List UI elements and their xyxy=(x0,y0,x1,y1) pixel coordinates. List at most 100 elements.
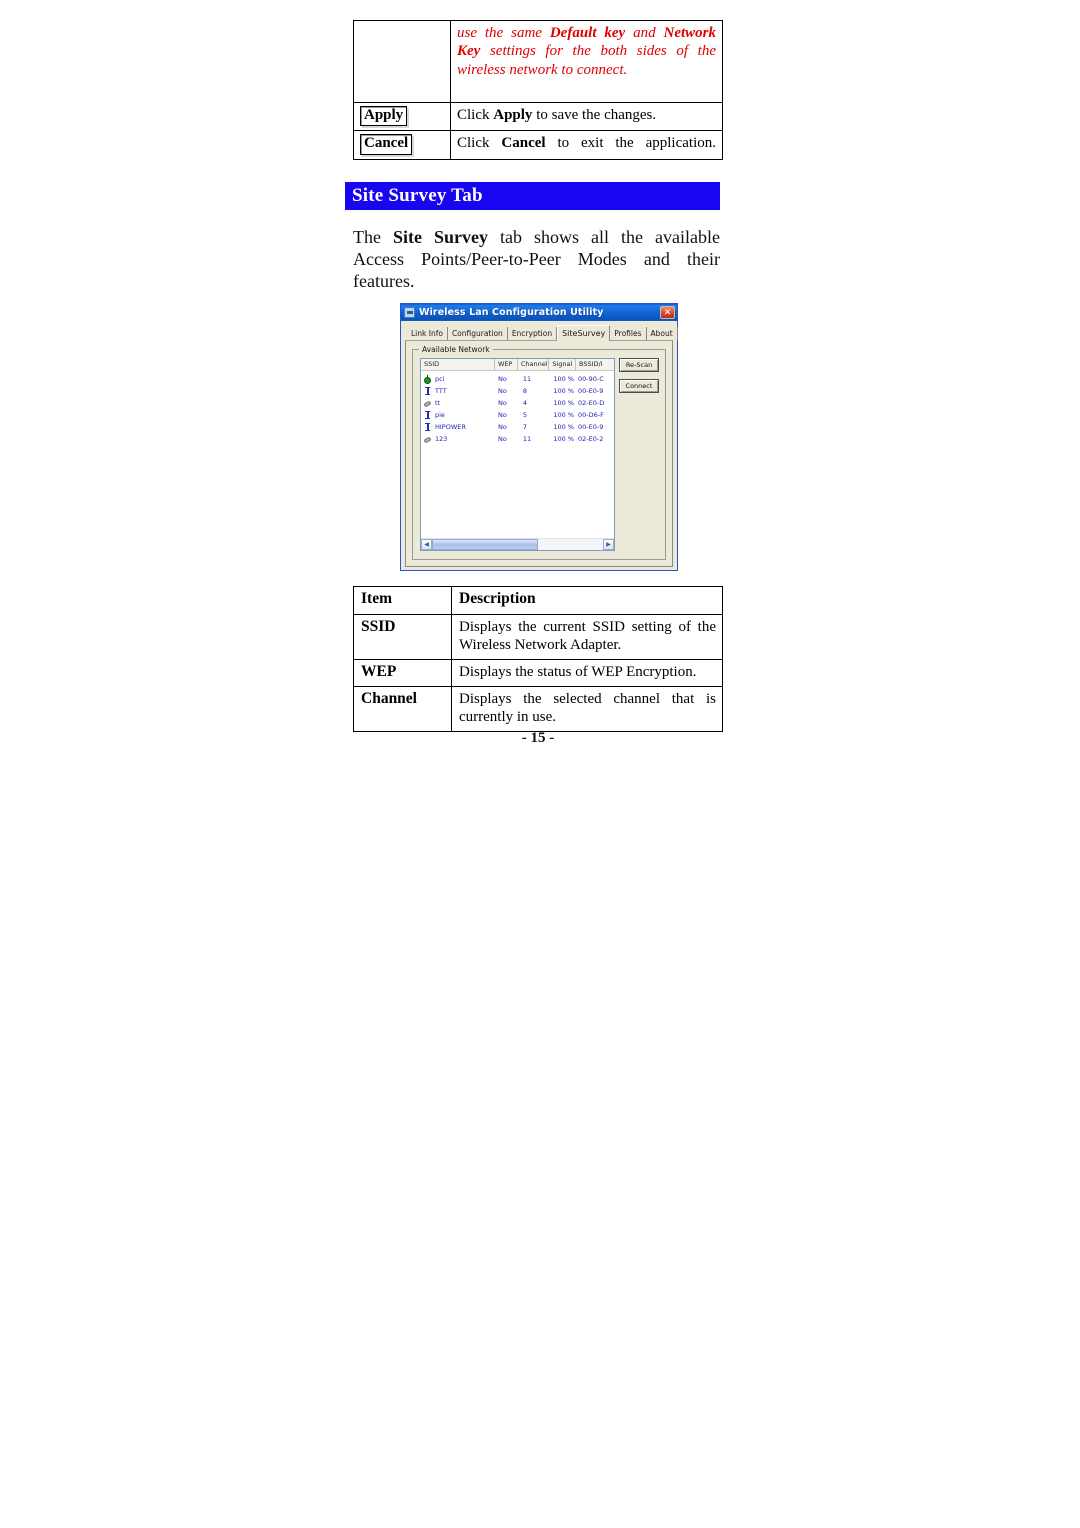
table-row: SSID Displays the current SSID setting o… xyxy=(353,613,723,660)
intro-paragraph: The Site Survey tab shows all the availa… xyxy=(353,226,720,292)
table-row[interactable]: TTT No 8 100 % 00-E0-9 xyxy=(421,385,614,397)
cell-bssid: 00-90-C xyxy=(578,375,604,383)
document-page: use the same Default key and Network Key… xyxy=(0,0,1080,1528)
column-header-wep[interactable]: WEP xyxy=(495,359,518,370)
table-row[interactable]: pie No 5 100 % 00-D6-F xyxy=(421,409,614,421)
tab-strip: Link Info Configuration Encryption SiteS… xyxy=(405,325,678,341)
tab-about[interactable]: About xyxy=(647,327,678,340)
cell-ssid: pci xyxy=(421,373,495,385)
description-cell-cancel: Click Cancel to exit the application. xyxy=(450,130,723,160)
window-titlebar: Wireless Lan Configuration Utility ✕ xyxy=(401,304,677,321)
cancel-desc-bold: Cancel xyxy=(501,135,546,152)
scrollbar-track[interactable] xyxy=(432,539,603,550)
table-row[interactable]: tt No 4 100 % 02-E0-D xyxy=(421,397,614,409)
cell-signal: 100 % xyxy=(553,411,575,419)
cell-signal: 100 % xyxy=(553,387,575,395)
apply-desc-post: to save the changes. xyxy=(532,107,657,123)
column-header-signal[interactable]: Signal xyxy=(549,359,577,370)
header-description: Description xyxy=(451,586,723,615)
cell-ssid: HIPOWER xyxy=(421,421,495,433)
column-header-ssid[interactable]: SSID xyxy=(421,359,495,370)
cell-ssid: pie xyxy=(421,409,495,421)
cell-bssid: 00-D6-F xyxy=(578,411,604,419)
connect-button[interactable]: Connect xyxy=(619,379,659,393)
ssid-text: pci xyxy=(435,375,445,383)
table-row[interactable]: 123 No 11 100 % 02-E0-2 xyxy=(421,433,614,445)
cell-wep: No xyxy=(497,435,507,443)
cell-signal: 100 % xyxy=(553,435,575,443)
cell-signal: 100 % xyxy=(553,399,575,407)
horizontal-scrollbar[interactable]: ◀ ▶ xyxy=(421,538,614,550)
description-wep: Displays the status of WEP Encryption. xyxy=(451,658,723,688)
apply-desc-pre: Click xyxy=(457,107,494,123)
listview-side-buttons: Re-Scan Connect xyxy=(615,358,659,551)
cell-channel: 7 xyxy=(522,423,528,431)
description-channel: Displays the selected channel that is cu… xyxy=(451,686,723,733)
peer-to-peer-icon xyxy=(423,435,432,444)
apply-desc-bold: Apply xyxy=(493,107,533,123)
note-text-1: use the same xyxy=(457,25,550,41)
table-row: use the same Default key and Network Key… xyxy=(353,20,723,103)
rescan-button[interactable]: Re-Scan xyxy=(619,358,659,372)
tab-link-info[interactable]: Link Info xyxy=(407,327,448,340)
scrollbar-thumb[interactable] xyxy=(432,539,539,550)
tab-encryption[interactable]: Encryption xyxy=(508,327,558,340)
tab-site-survey[interactable]: SiteSurvey xyxy=(557,325,611,341)
network-listview[interactable]: SSID WEP Channel Signal BSSID/I pci No 1… xyxy=(420,358,615,551)
peer-to-peer-icon xyxy=(423,399,432,408)
cell-wep: No xyxy=(497,423,507,431)
cell-ssid: TTT xyxy=(421,385,495,397)
table-row[interactable]: pci No 11 100 % 00-90-C xyxy=(421,373,614,385)
scroll-right-icon[interactable]: ▶ xyxy=(603,539,614,550)
tab-configuration[interactable]: Configuration xyxy=(448,327,508,340)
page-number: - 15 - xyxy=(521,730,555,746)
ssid-text: 123 xyxy=(435,435,448,443)
available-network-label: Available Network xyxy=(419,345,493,354)
table-row[interactable]: HIPOWER No 7 100 % 00-E0-9 xyxy=(421,421,614,433)
cell-wep: No xyxy=(497,411,507,419)
wireless-utility-window: Wireless Lan Configuration Utility ✕ Lin… xyxy=(400,303,678,571)
cell-ssid: tt xyxy=(421,397,495,409)
column-header-channel[interactable]: Channel xyxy=(518,359,550,370)
cell-channel: 11 xyxy=(522,375,532,383)
cancel-desc-post: to exit the application. xyxy=(545,135,716,152)
cell-bssid: 02-E0-2 xyxy=(578,435,604,443)
access-point-icon xyxy=(423,374,432,384)
table-row: Channel Displays the selected channel th… xyxy=(353,686,723,733)
listview-header: SSID WEP Channel Signal BSSID/I xyxy=(421,359,614,371)
cell-bssid: 00-E0-9 xyxy=(578,423,604,431)
cell-ssid: 123 xyxy=(421,433,495,445)
item-cell-apply: Apply xyxy=(353,101,451,132)
intro-pre: The xyxy=(353,227,393,247)
window-title: Wireless Lan Configuration Utility xyxy=(419,307,604,318)
listview-rows: pci No 11 100 % 00-90-C TTT No 8 100 % 0… xyxy=(421,371,614,538)
intro-bold: Site Survey xyxy=(393,227,489,247)
column-header-bssid[interactable]: BSSID/I xyxy=(576,359,614,370)
cancel-button[interactable]: Cancel xyxy=(360,134,413,155)
cell-wep: No xyxy=(497,399,507,407)
cell-wep: No xyxy=(497,387,507,395)
apply-cancel-table: use the same Default key and Network Key… xyxy=(353,20,723,160)
table-row: WEP Displays the status of WEP Encryptio… xyxy=(353,658,723,688)
ssid-text: tt xyxy=(435,399,441,407)
header-item: Item xyxy=(353,586,452,615)
page-title: Site Survey Tab xyxy=(345,182,720,210)
empty-item-cell xyxy=(353,20,451,103)
tab-profiles[interactable]: Profiles xyxy=(610,327,647,340)
cancel-desc-pre: Click xyxy=(457,135,502,152)
item-channel: Channel xyxy=(353,686,452,733)
close-icon[interactable]: ✕ xyxy=(660,306,675,319)
ssid-text: HIPOWER xyxy=(435,423,466,431)
table-header-row: Item Description xyxy=(353,586,723,615)
item-description-table: Item Description SSID Displays the curre… xyxy=(353,586,723,733)
cell-channel: 8 xyxy=(522,387,528,395)
network-list-area: SSID WEP Channel Signal BSSID/I pci No 1… xyxy=(420,358,659,551)
apply-button[interactable]: Apply xyxy=(360,106,408,127)
window-body: Link Info Configuration Encryption SiteS… xyxy=(401,321,678,570)
wireless-card-icon xyxy=(404,307,415,318)
item-wep: WEP xyxy=(353,658,452,688)
station-icon xyxy=(423,386,432,396)
description-ssid: Displays the current SSID setting of the… xyxy=(451,613,723,660)
note-text-2: and xyxy=(625,25,664,41)
scroll-left-icon[interactable]: ◀ xyxy=(421,539,432,550)
